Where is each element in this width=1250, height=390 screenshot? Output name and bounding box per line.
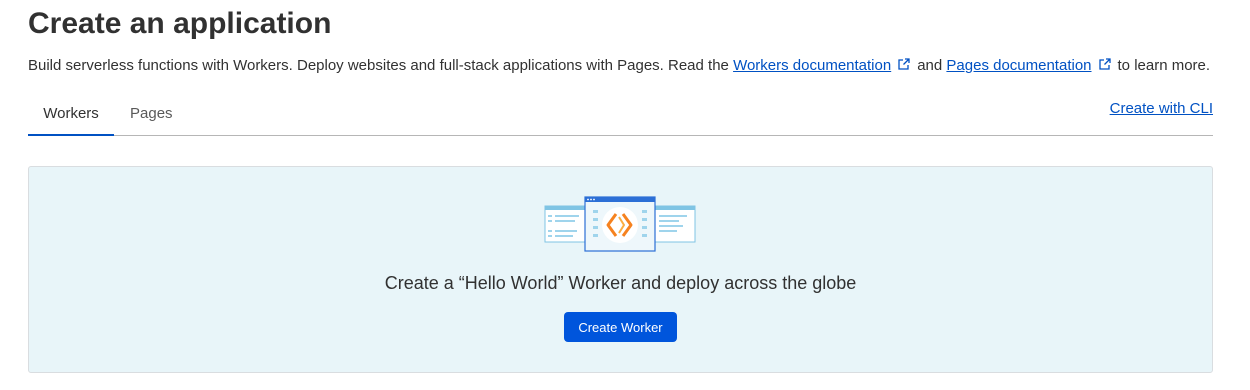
tab-workers[interactable]: Workers <box>28 96 114 136</box>
page-description: Build serverless functions with Workers.… <box>28 56 1210 76</box>
hello-world-panel: Create a “Hello World” Worker and deploy… <box>28 166 1213 373</box>
create-with-cli-link[interactable]: Create with CLI <box>1110 100 1213 117</box>
description-suffix: to learn more. <box>1117 57 1211 74</box>
description-prefix: Build serverless functions with Workers.… <box>28 57 734 74</box>
external-link-icon[interactable] <box>1098 57 1112 71</box>
page-title: Create an application <box>28 7 332 40</box>
tab-pages[interactable]: Pages <box>130 96 173 134</box>
application-type-tabs: Workers Pages Create with CLI <box>28 96 1213 136</box>
and-text: and <box>917 57 947 74</box>
panel-heading: Create a “Hello World” Worker and deploy… <box>384 273 857 293</box>
workers-illustration <box>544 196 696 252</box>
pages-documentation-link[interactable]: Pages documentation <box>946 57 1091 74</box>
create-worker-button[interactable]: Create Worker <box>564 312 677 342</box>
external-link-icon[interactable] <box>897 57 911 71</box>
workers-documentation-link[interactable]: Workers documentation <box>733 57 891 74</box>
